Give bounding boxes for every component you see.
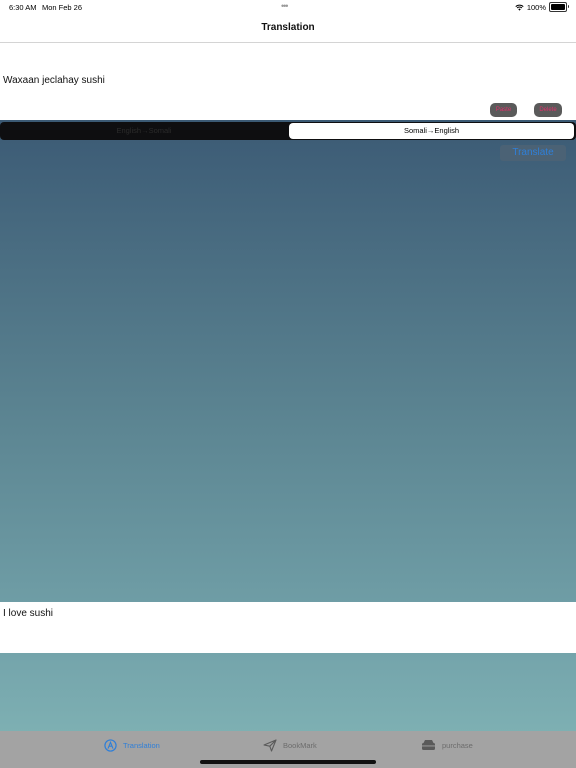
translation-icon: [104, 739, 117, 752]
status-bar: 6:30 AM Mon Feb 26 ••• 100%: [0, 0, 576, 14]
tab-purchase[interactable]: purchase: [421, 739, 473, 751]
source-text-area[interactable]: Waxaan jeclahay sushi Paste Delete: [0, 43, 576, 120]
tab-translation-label: Translation: [123, 741, 160, 750]
tab-bookmark-label: BookMark: [283, 741, 317, 750]
source-text[interactable]: Waxaan jeclahay sushi: [3, 75, 105, 86]
tab-bookmark[interactable]: BookMark: [263, 739, 317, 752]
battery-icon: [549, 2, 569, 12]
status-time: 6:30 AM: [9, 3, 37, 12]
battery-percent: 100%: [526, 2, 546, 12]
delete-button[interactable]: Delete: [534, 103, 562, 117]
navigation-bar: Translation: [0, 14, 576, 43]
translation-output-area[interactable]: I love sushi: [0, 602, 576, 653]
segment-english-somali[interactable]: English→Somali: [2, 123, 286, 139]
tab-translation[interactable]: Translation: [104, 739, 160, 752]
multitasking-dots-icon[interactable]: •••: [281, 1, 289, 11]
wifi-icon: [515, 4, 524, 11]
paste-button[interactable]: Paste: [490, 103, 517, 117]
translate-button[interactable]: Translate: [500, 145, 566, 161]
page-title: Translation: [261, 22, 315, 33]
paper-plane-icon: [263, 739, 277, 752]
tab-purchase-label: purchase: [442, 740, 473, 750]
translation-output-text: I love sushi: [3, 608, 54, 619]
direction-segmented-control: English→Somali Somali→English: [0, 122, 576, 140]
segment-somali-english[interactable]: Somali→English: [289, 123, 574, 139]
status-date: Mon Feb 26: [42, 3, 83, 12]
status-right: 100%: [515, 2, 569, 12]
store-icon: [422, 740, 435, 750]
home-indicator[interactable]: [200, 760, 376, 764]
